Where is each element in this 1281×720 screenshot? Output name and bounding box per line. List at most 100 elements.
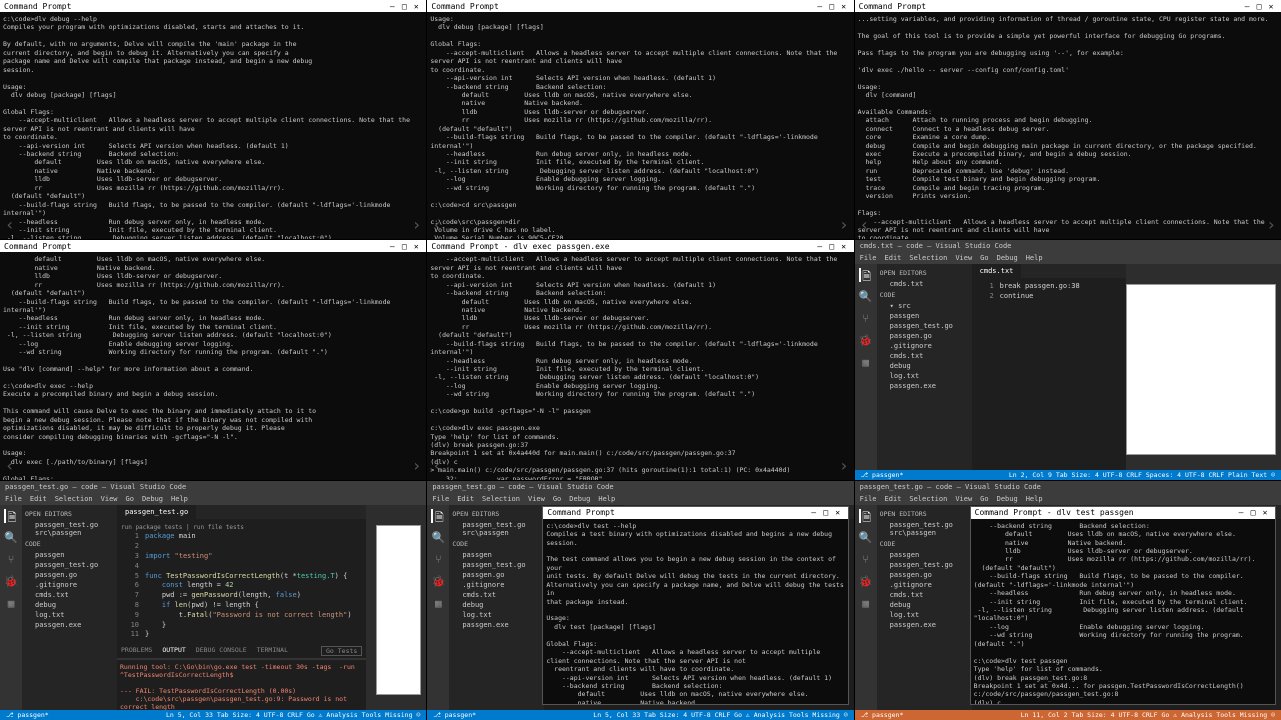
- debug-icon[interactable]: 🐞: [859, 575, 873, 589]
- h[interactable]: CODE: [880, 538, 969, 550]
- max-button[interactable]: □: [398, 2, 410, 11]
- debug-icon[interactable]: 🐞: [431, 575, 445, 589]
- prev-arrow[interactable]: ‹: [432, 456, 442, 475]
- close[interactable]: ✕: [832, 508, 844, 517]
- vs-title[interactable]: passgen_test.go — code — Visual Studio C…: [427, 481, 853, 493]
- sb[interactable]: ⎇ passgen*Ln 5, Col 33 Tab Size: 4 UTF-8…: [427, 710, 853, 720]
- m[interactable]: Help: [1026, 495, 1043, 503]
- tab-terminal[interactable]: TERMINAL: [257, 646, 288, 656]
- menu-help[interactable]: Help: [1026, 254, 1043, 262]
- min-button[interactable]: —: [814, 242, 826, 251]
- menu-file[interactable]: File: [860, 254, 877, 262]
- file-log[interactable]: log.txt: [880, 371, 969, 381]
- menu-view[interactable]: View: [955, 254, 972, 262]
- file[interactable]: debug: [25, 600, 114, 610]
- close-button[interactable]: ✕: [1265, 2, 1277, 11]
- max-button[interactable]: □: [398, 242, 410, 251]
- menu-file[interactable]: File: [5, 495, 22, 503]
- prev-arrow[interactable]: ‹: [5, 215, 15, 234]
- folder[interactable]: passgen: [25, 550, 114, 560]
- i[interactable]: debug: [880, 600, 969, 610]
- titlebar[interactable]: Command Prompt - dlv exec passgen.exe—□✕: [427, 240, 853, 252]
- m[interactable]: File: [432, 495, 449, 503]
- m[interactable]: Debug: [569, 495, 590, 503]
- tab[interactable]: passgen_test.go: [117, 505, 196, 519]
- next-arrow[interactable]: ›: [1266, 215, 1276, 234]
- i[interactable]: passgen_test.go src\passgen: [880, 520, 969, 538]
- max[interactable]: □: [1247, 508, 1259, 517]
- max-button[interactable]: □: [826, 242, 838, 251]
- file-gitignore[interactable]: .gitignore: [880, 341, 969, 351]
- next-arrow[interactable]: ›: [412, 215, 422, 234]
- menu-help[interactable]: Help: [171, 495, 188, 503]
- file-go[interactable]: passgen.go: [880, 331, 969, 341]
- close-button[interactable]: ✕: [838, 242, 850, 251]
- folder[interactable]: ▾ src: [880, 301, 969, 311]
- menu-go[interactable]: Go: [126, 495, 134, 503]
- menu-go[interactable]: Go: [980, 254, 988, 262]
- i[interactable]: passgen_test.go: [452, 560, 541, 570]
- ext-icon[interactable]: ▦: [859, 356, 873, 370]
- file[interactable]: .gitignore: [25, 580, 114, 590]
- ext-icon[interactable]: ▦: [4, 597, 18, 611]
- i[interactable]: passgen: [452, 550, 541, 560]
- next-arrow[interactable]: ›: [839, 215, 849, 234]
- prev-arrow[interactable]: ‹: [860, 215, 870, 234]
- min[interactable]: —: [808, 508, 820, 517]
- statusbar[interactable]: ⎇ passgen*Ln 5, Col 33 Tab Size: 4 UTF-8…: [0, 710, 426, 720]
- terminal-output[interactable]: Usage: dlv debug [package] [flags] Globa…: [427, 12, 853, 239]
- h[interactable]: OPEN EDITORS: [880, 508, 969, 520]
- min-button[interactable]: —: [814, 2, 826, 11]
- close-button[interactable]: ✕: [410, 242, 422, 251]
- term[interactable]: c:\code>dlv test --help Compiles a test …: [543, 519, 847, 704]
- r[interactable]: Ln 11, Col 2 Tab Size: 4 UTF-8 CRLF Go ⚠…: [1021, 711, 1275, 719]
- i[interactable]: log.txt: [452, 610, 541, 620]
- open-editors-hdr[interactable]: OPEN EDITORS: [880, 267, 969, 279]
- file-test[interactable]: passgen_test.go: [880, 321, 969, 331]
- debug-icon[interactable]: 🐞: [859, 334, 873, 348]
- terminal-output[interactable]: ...setting variables, and providing info…: [855, 12, 1281, 239]
- i[interactable]: passgen.go: [452, 570, 541, 580]
- scm-icon[interactable]: ⑂: [431, 553, 445, 567]
- m[interactable]: File: [860, 495, 877, 503]
- i[interactable]: passgen_test.go: [880, 560, 969, 570]
- ext-icon[interactable]: ▦: [431, 597, 445, 611]
- titlebar[interactable]: Command Prompt—□✕: [855, 0, 1281, 12]
- next-arrow[interactable]: ›: [412, 456, 422, 475]
- file[interactable]: passgen_test.go: [25, 560, 114, 570]
- menu-debug[interactable]: Debug: [997, 254, 1018, 262]
- min-button[interactable]: —: [386, 242, 398, 251]
- debug-icon[interactable]: 🐞: [4, 575, 18, 589]
- file[interactable]: passgen.go: [25, 570, 114, 580]
- titlebar[interactable]: Command Prompt—□✕: [0, 0, 426, 12]
- m[interactable]: View: [528, 495, 545, 503]
- editor[interactable]: run package tests | run file tests 1pack…: [117, 519, 366, 645]
- prev-arrow[interactable]: ‹: [432, 215, 442, 234]
- floating-cmd[interactable]: Command Prompt - dlv test passgen—□✕ --b…: [970, 506, 1276, 705]
- scm-icon[interactable]: ⑂: [4, 553, 18, 567]
- m[interactable]: Edit: [885, 495, 902, 503]
- branch[interactable]: ⎇ passgen*: [861, 471, 904, 479]
- max[interactable]: □: [820, 508, 832, 517]
- scm-icon[interactable]: ⑂: [859, 553, 873, 567]
- i[interactable]: passgen: [880, 550, 969, 560]
- explorer-icon[interactable]: 🗎: [431, 509, 445, 523]
- search-icon[interactable]: 🔍: [859, 531, 873, 545]
- max-button[interactable]: □: [1253, 2, 1265, 11]
- terminal-output[interactable]: --accept-multiclient Allows a headless s…: [427, 252, 853, 479]
- sr[interactable]: Ln 5, Col 33 Tab Size: 4 UTF-8 CRLF Go ⚠…: [166, 711, 420, 719]
- search-icon[interactable]: 🔍: [859, 290, 873, 304]
- output[interactable]: Running tool: C:\Go\bin\go.exe test -tim…: [117, 659, 366, 710]
- codelens[interactable]: run package tests | run file tests: [121, 524, 244, 531]
- m[interactable]: Debug: [997, 495, 1018, 503]
- menu-edit[interactable]: Edit: [885, 254, 902, 262]
- i[interactable]: .gitignore: [880, 580, 969, 590]
- ext-icon[interactable]: ▦: [859, 597, 873, 611]
- menu-selection[interactable]: Selection: [55, 495, 93, 503]
- m[interactable]: Edit: [457, 495, 474, 503]
- i[interactable]: debug: [452, 600, 541, 610]
- status-right[interactable]: Ln 2, Col 9 Tab Size: 4 UTF-8 CRLF Space…: [1009, 471, 1275, 479]
- i[interactable]: passgen.go: [880, 570, 969, 580]
- tab-problems[interactable]: PROBLEMS: [121, 646, 152, 656]
- explorer-icon[interactable]: 🗎: [859, 268, 873, 282]
